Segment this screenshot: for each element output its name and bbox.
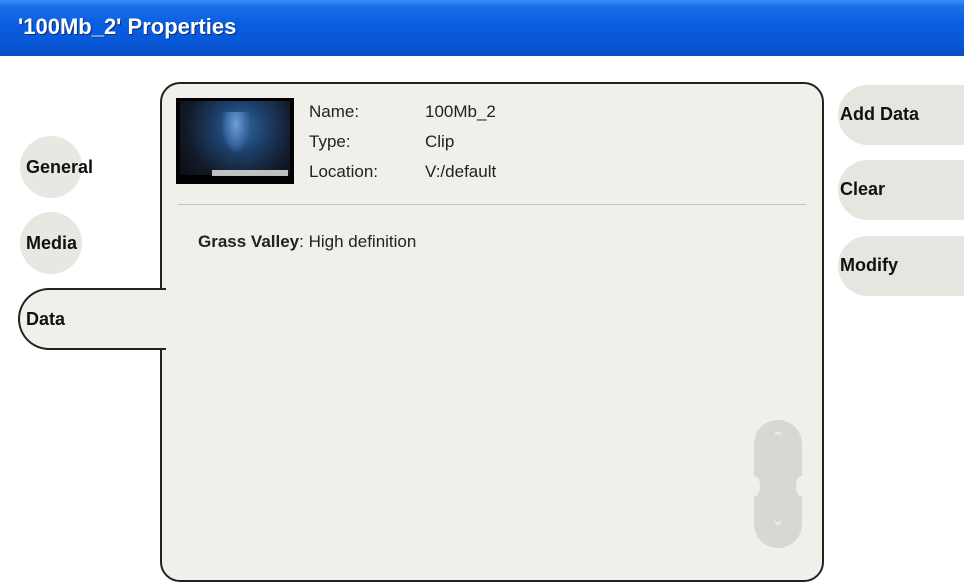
modify-button[interactable]: Modify (838, 236, 964, 296)
scroll-waist-right (796, 476, 806, 496)
association-key: Grass Valley (198, 232, 300, 251)
add-data-button[interactable]: Add Data (838, 85, 964, 145)
divider (178, 204, 806, 205)
clear-label: Clear (840, 179, 886, 199)
chevron-down-icon[interactable]: ⌄ (754, 510, 802, 530)
association-separator: : (299, 232, 309, 251)
clear-button[interactable]: Clear (838, 160, 964, 220)
thumbnail-timecode (212, 170, 288, 176)
clip-thumbnail (176, 98, 294, 184)
tab-media[interactable]: Media (26, 233, 77, 254)
tab-data[interactable]: Data (26, 309, 65, 330)
association-value: High definition (308, 232, 417, 251)
window-title: '100Mb_2' Properties (18, 14, 237, 39)
tab-general[interactable]: General (26, 157, 93, 178)
scroll-waist-left (750, 476, 760, 496)
add-data-label: Add Data (840, 104, 920, 124)
name-value: 100Mb_2 (425, 102, 496, 121)
window-titlebar: '100Mb_2' Properties (0, 0, 964, 56)
thumbnail-figure (222, 112, 250, 152)
chevron-up-icon[interactable]: ⌃ (754, 428, 802, 448)
location-label: Location: (309, 162, 378, 181)
type-label: Type: (309, 132, 351, 151)
data-association-row[interactable]: Grass Valley: High definition (198, 232, 416, 252)
modify-label: Modify (840, 255, 898, 275)
scroll-control[interactable]: ⌃ ⌄ (750, 420, 806, 548)
location-value: V:/default (425, 162, 497, 181)
name-label: Name: (309, 102, 360, 121)
type-value: Clip (425, 132, 455, 151)
